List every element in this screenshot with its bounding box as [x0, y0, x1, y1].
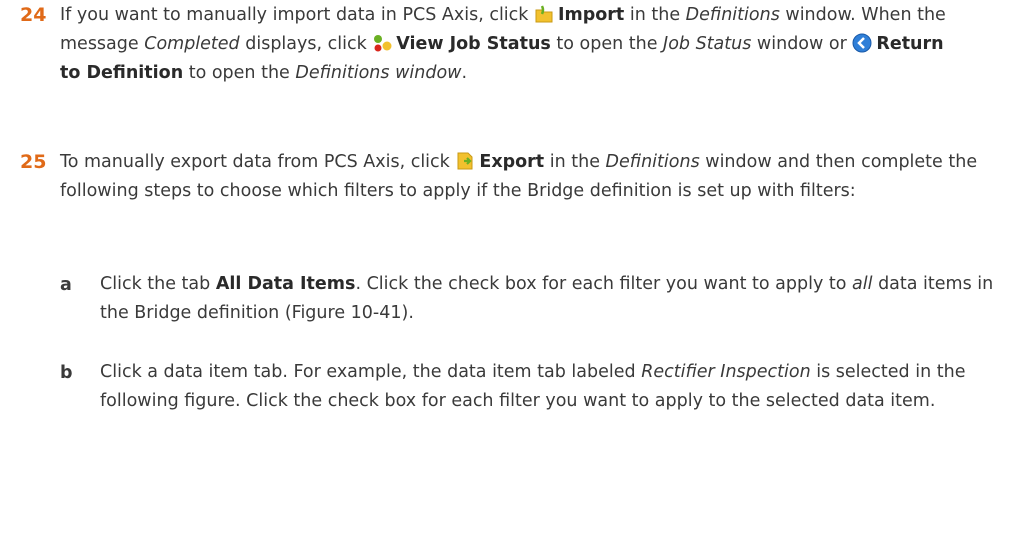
export-document-icon [455, 151, 475, 171]
return-arrow-icon [852, 33, 872, 53]
import-folder-icon [534, 4, 554, 24]
all-data-items-tab-label: All Data Items [215, 274, 356, 294]
job-status-icon [372, 33, 392, 53]
substep-b-text: Click a data item tab. For example, the … [100, 362, 966, 411]
export-label: Export [479, 152, 545, 172]
view-job-status-label: View Job Status [396, 34, 551, 54]
substep-a-text: Click the tab All Data Items. Click the … [100, 274, 994, 323]
step-number: 24 [20, 4, 47, 26]
import-label: Import [558, 5, 625, 25]
substep-letter: a [60, 275, 72, 295]
substep-letter: b [60, 363, 73, 383]
step-24-text: If you want to manually import data in P… [60, 4, 946, 83]
step-number: 25 [20, 151, 47, 173]
step-25-text: To manually export data from PCS Axis, c… [60, 151, 978, 201]
